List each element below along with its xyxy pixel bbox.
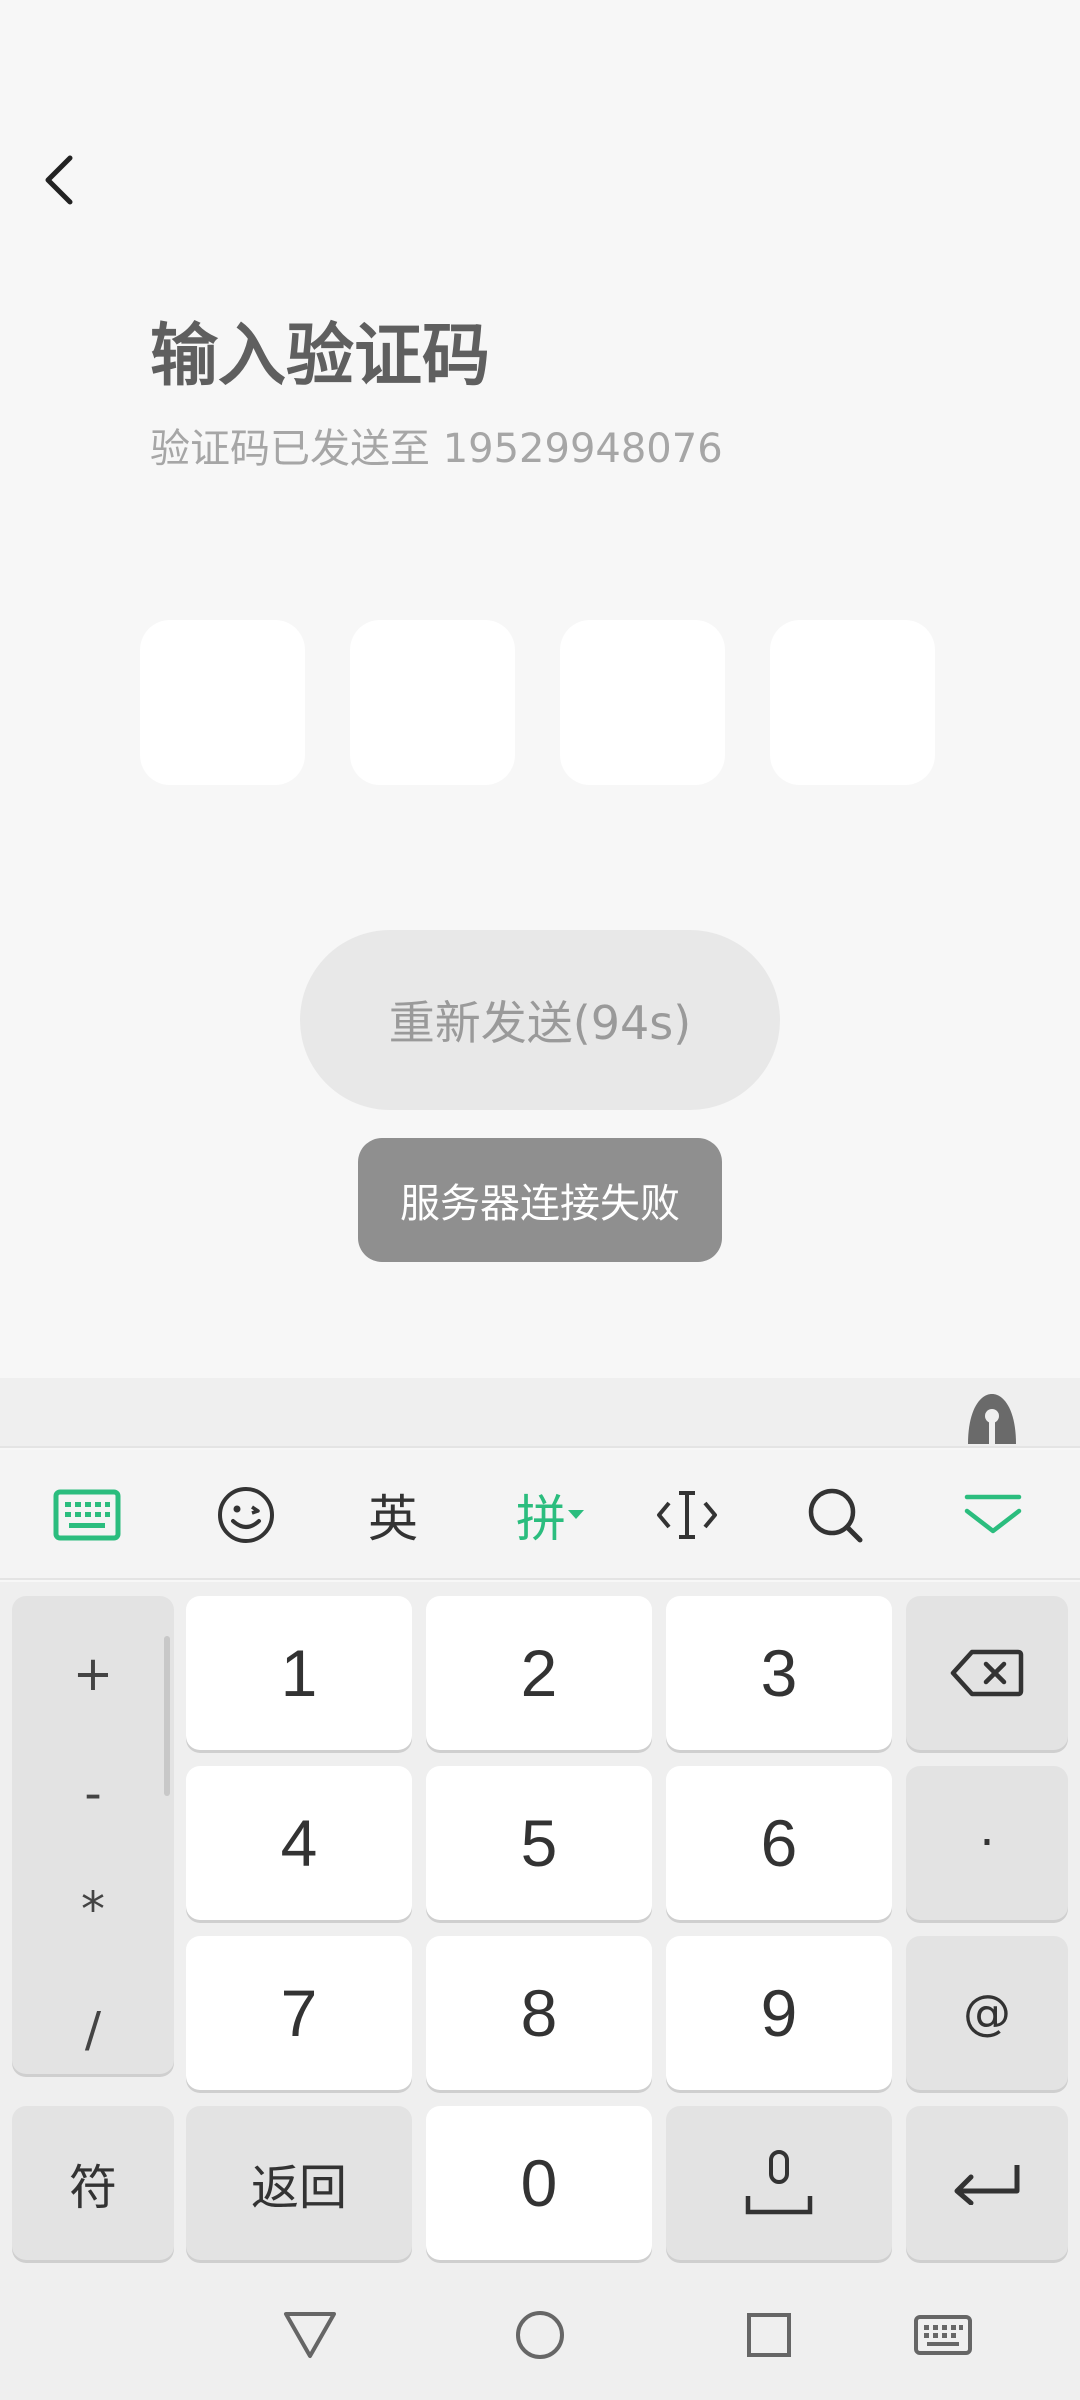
triangle-back-icon xyxy=(284,2312,336,2358)
keyboard-icon xyxy=(53,1489,121,1541)
key-2[interactable]: 2 xyxy=(426,1596,652,1750)
microphone-icon xyxy=(745,2150,813,2215)
text-cursor-icon xyxy=(657,1491,717,1539)
circle-home-icon xyxy=(516,2311,564,2359)
chevron-left-icon xyxy=(45,155,73,205)
hide-keyboard-button[interactable] xyxy=(933,1450,1053,1580)
page-title: 输入验证码 xyxy=(150,317,491,396)
keyboard-icon xyxy=(914,2315,972,2355)
collapse-icon xyxy=(964,1494,1022,1534)
resend-button[interactable]: 重新发送(94s) xyxy=(300,930,780,1110)
code-input-2[interactable] xyxy=(350,620,515,785)
key-5[interactable]: 5 xyxy=(426,1766,652,1920)
return-key[interactable]: 返回 xyxy=(186,2106,412,2260)
dot-key[interactable]: · xyxy=(906,1766,1068,1920)
numeric-keyboard: + - * / 1 2 3 4 5 6 · 7 8 9 @ 符 返回 0 xyxy=(0,1582,1080,2270)
backspace-icon xyxy=(950,1649,1024,1697)
code-input-1[interactable] xyxy=(140,620,305,785)
nav-keyboard-button[interactable] xyxy=(888,2270,998,2400)
pinyin-mode-button[interactable]: 拼 xyxy=(490,1450,610,1580)
keyboard-top-bar xyxy=(0,1378,1080,1448)
search-button[interactable] xyxy=(775,1450,895,1580)
symbols-key[interactable]: 符 xyxy=(12,2106,174,2260)
symbol-asterisk[interactable]: * xyxy=(12,1882,174,1938)
smiley-icon xyxy=(218,1487,274,1543)
backspace-key[interactable] xyxy=(906,1596,1068,1750)
square-recents-icon xyxy=(747,2313,791,2357)
english-mode-label: 英 xyxy=(368,1490,418,1548)
back-button[interactable] xyxy=(30,140,90,220)
voice-input-key[interactable] xyxy=(666,2106,892,2260)
enter-icon xyxy=(954,2165,1020,2205)
key-0[interactable]: 0 xyxy=(426,2106,652,2260)
nav-home-button[interactable] xyxy=(485,2270,595,2400)
symbol-minus[interactable]: - xyxy=(12,1766,174,1822)
key-7[interactable]: 7 xyxy=(186,1936,412,2090)
keyboard-layout-button[interactable] xyxy=(27,1450,147,1580)
ime-logo-icon[interactable] xyxy=(962,1390,1022,1446)
key-6[interactable]: 6 xyxy=(666,1766,892,1920)
cursor-edit-button[interactable] xyxy=(627,1450,747,1580)
emoji-button[interactable] xyxy=(186,1450,306,1580)
symbol-scrollbar xyxy=(164,1636,170,1796)
search-icon xyxy=(808,1488,863,1543)
code-input-4[interactable] xyxy=(770,620,935,785)
caret-down-icon xyxy=(568,1510,584,1519)
key-1[interactable]: 1 xyxy=(186,1596,412,1750)
symbol-plus[interactable]: + xyxy=(12,1646,174,1702)
pinyin-mode-label: 拼 xyxy=(516,1490,566,1548)
subtitle: 验证码已发送至 19529948076 xyxy=(150,426,723,472)
nav-back-button[interactable] xyxy=(255,2270,365,2400)
key-3[interactable]: 3 xyxy=(666,1596,892,1750)
key-9[interactable]: 9 xyxy=(666,1936,892,2090)
keyboard-toolbar: 英 拼 xyxy=(0,1450,1080,1580)
system-nav-bar xyxy=(0,2270,1080,2400)
code-input-3[interactable] xyxy=(560,620,725,785)
enter-key[interactable] xyxy=(906,2106,1068,2260)
toast-message: 服务器连接失败 xyxy=(358,1138,722,1262)
symbol-slash[interactable]: / xyxy=(12,2002,174,2058)
key-8[interactable]: 8 xyxy=(426,1936,652,2090)
at-key[interactable]: @ xyxy=(906,1936,1068,2090)
english-mode-button[interactable]: 英 xyxy=(333,1450,453,1580)
key-4[interactable]: 4 xyxy=(186,1766,412,1920)
symbol-column[interactable]: + - * / xyxy=(12,1596,174,2074)
nav-recents-button[interactable] xyxy=(714,2270,824,2400)
